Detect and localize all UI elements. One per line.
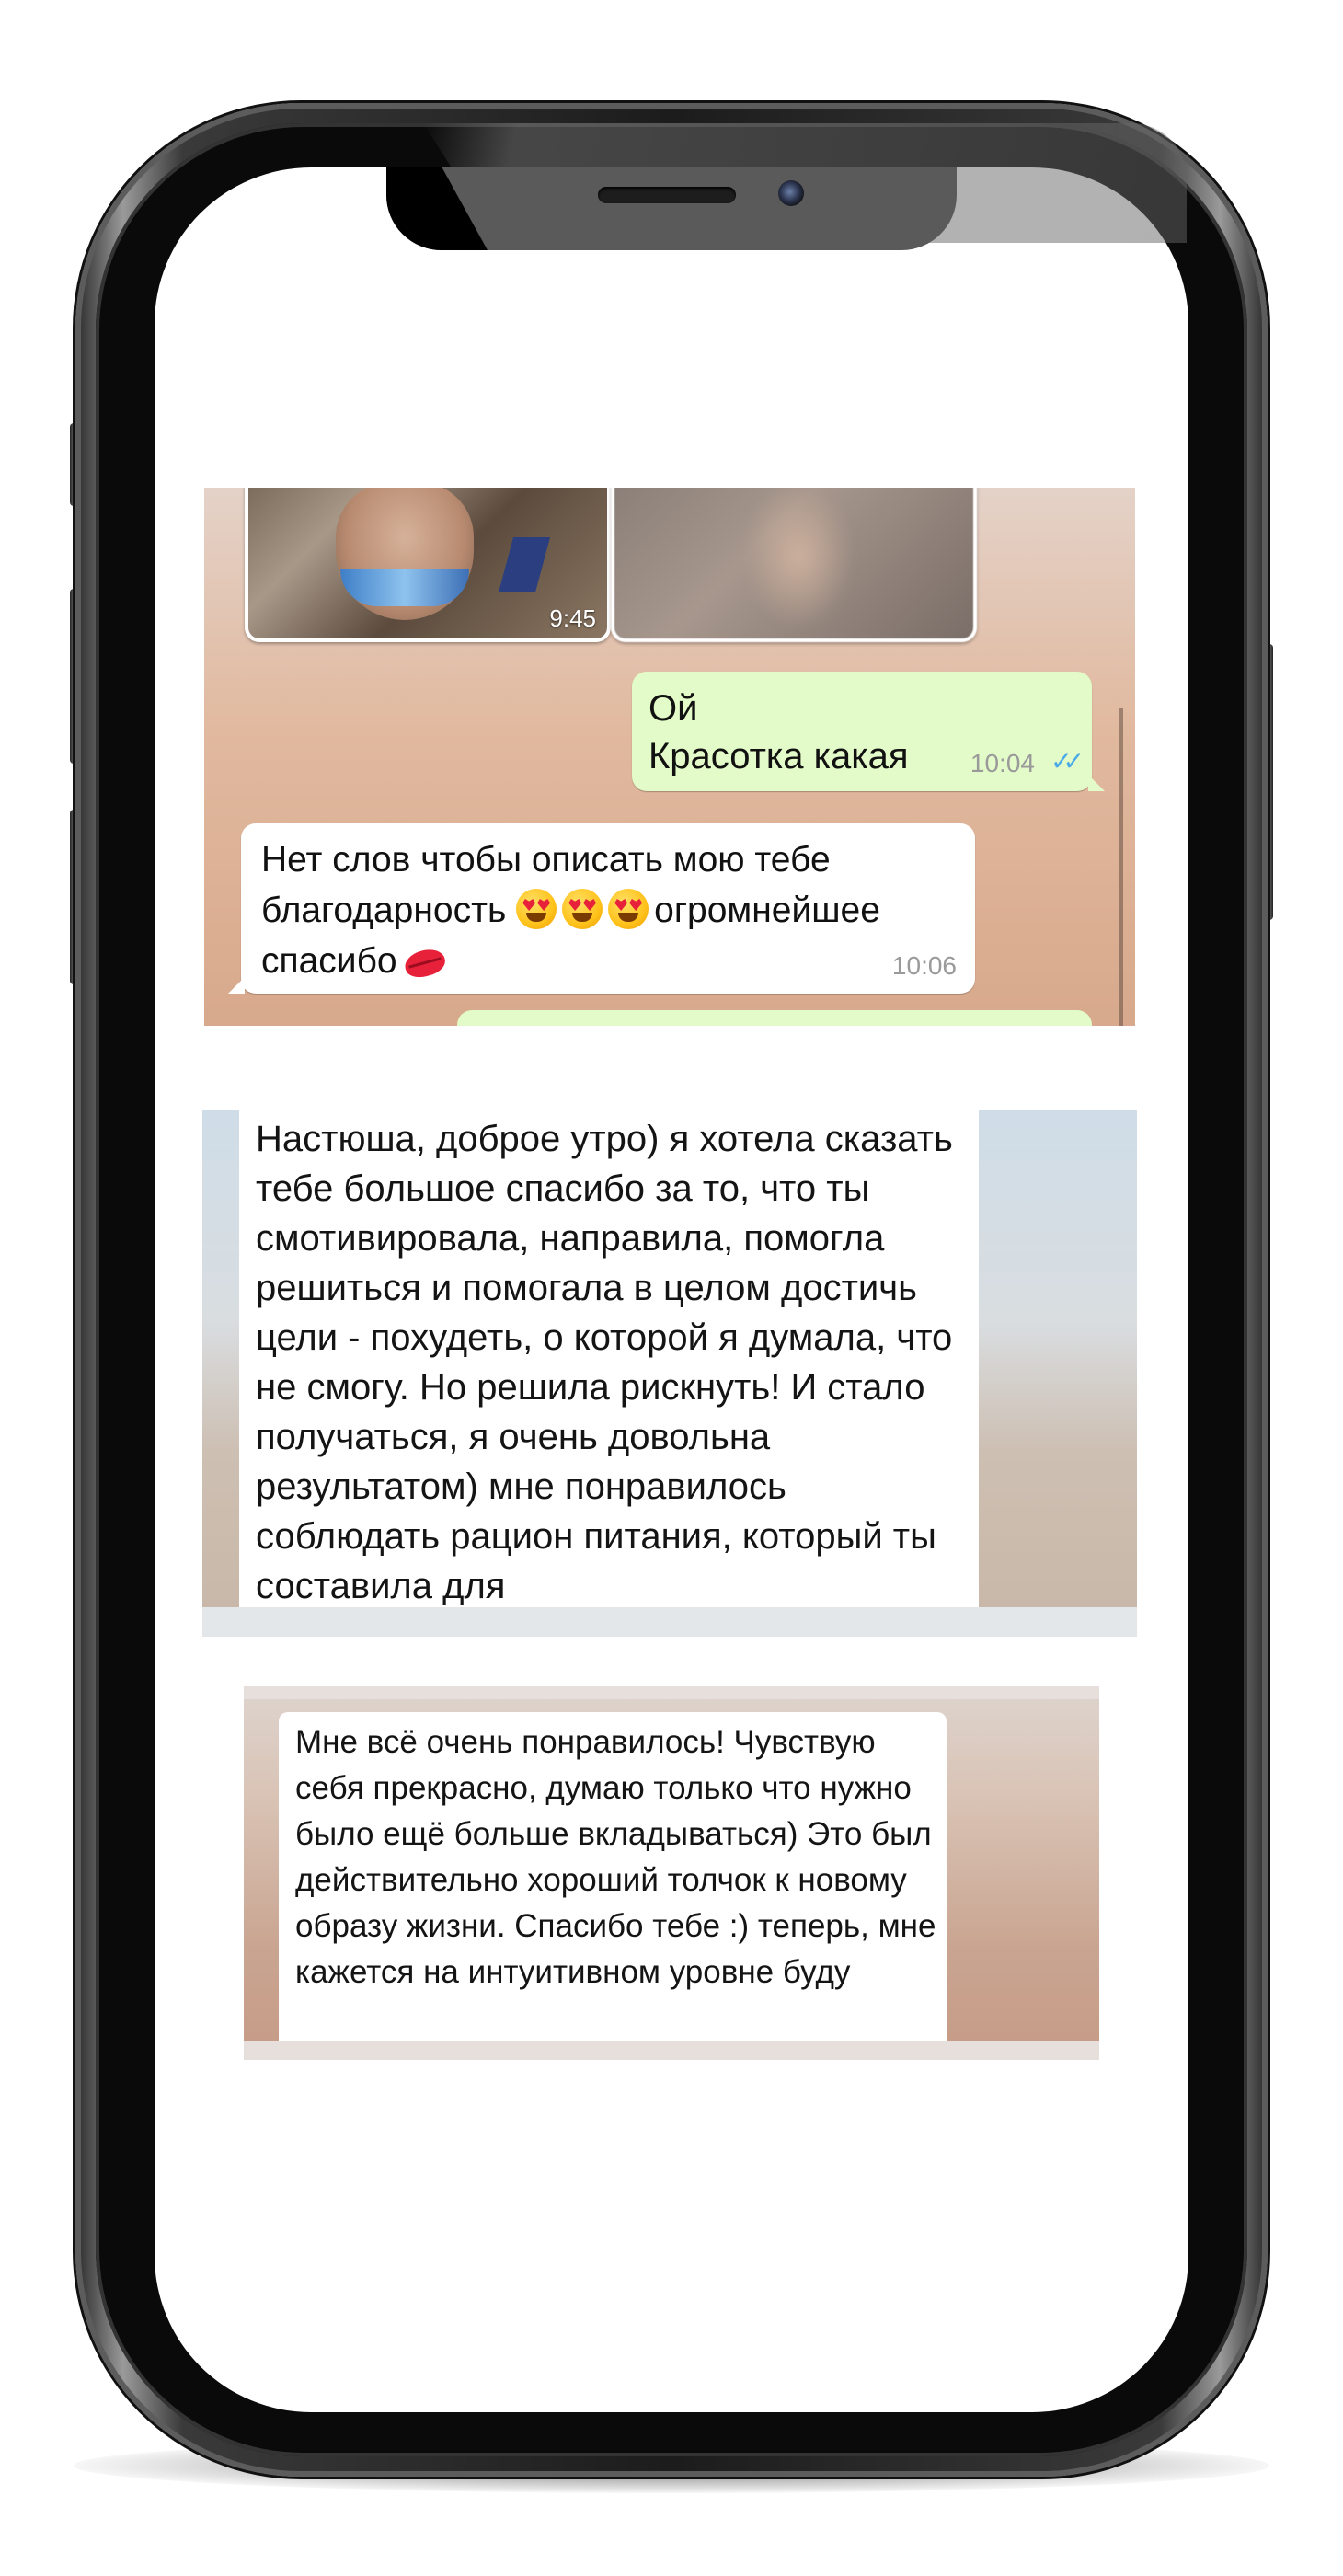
earpiece-speaker bbox=[598, 187, 736, 203]
review-bottom-strip-3 bbox=[244, 2041, 1099, 2060]
photo-blurred-figure bbox=[743, 488, 854, 629]
photo-time: 9:45 bbox=[549, 604, 596, 632]
photo-swimsuit bbox=[340, 569, 469, 606]
outgoing-message-time: 10:04 bbox=[970, 749, 1035, 777]
scroll-indicator bbox=[1119, 708, 1123, 1026]
review-card-3: Мне всё очень понравилось! Чувствую себя… bbox=[279, 1712, 947, 2043]
next-message-peek bbox=[457, 1010, 1092, 1026]
double-check-icon: ✓✓ bbox=[1050, 747, 1085, 776]
chat-photo-1[interactable]: 9:45 bbox=[245, 488, 611, 642]
review-bottom-strip-2 bbox=[202, 1607, 1137, 1637]
stage: 9:45 Ой Красотка какая 10:04 ✓✓ Нет слов… bbox=[0, 0, 1343, 2576]
review-screenshot-2: Настюша, доброе утро) я хотела сказать т… bbox=[202, 1110, 1137, 1637]
outgoing-message-line1: Ой bbox=[649, 688, 698, 729]
kiss-mark-icon bbox=[401, 945, 448, 982]
front-camera bbox=[778, 180, 804, 206]
chat-photo-2[interactable] bbox=[611, 488, 977, 642]
outgoing-message[interactable]: Ой Красотка какая 10:04 ✓✓ bbox=[632, 672, 1105, 791]
outgoing-message-line2: Красотка какая bbox=[649, 736, 909, 776]
review-text-2: Настюша, доброе утро) я хотела сказать т… bbox=[256, 1119, 953, 1606]
heart-eyes-emoji-icon bbox=[608, 889, 649, 929]
photo-laptop bbox=[498, 537, 551, 592]
review-top-strip-3 bbox=[244, 1686, 1099, 1699]
review-text-3: Мне всё очень понравилось! Чувствую себя… bbox=[295, 1724, 936, 1990]
review-screenshot-3: Мне всё очень понравилось! Чувствую себя… bbox=[244, 1686, 1099, 2060]
incoming-message-text: Нет слов чтобы описать мою тебе благодар… bbox=[261, 834, 955, 986]
chat-screenshot: 9:45 Ой Красотка какая 10:04 ✓✓ Нет слов… bbox=[204, 488, 1135, 1026]
heart-eyes-emoji-icon bbox=[516, 889, 557, 929]
incoming-message[interactable]: Нет слов чтобы описать мою тебе благодар… bbox=[228, 823, 975, 994]
review-card-2: Настюша, доброе утро) я хотела сказать т… bbox=[239, 1110, 979, 1607]
heart-eyes-emoji-icon bbox=[562, 889, 603, 929]
incoming-message-time: 10:06 bbox=[891, 951, 957, 980]
